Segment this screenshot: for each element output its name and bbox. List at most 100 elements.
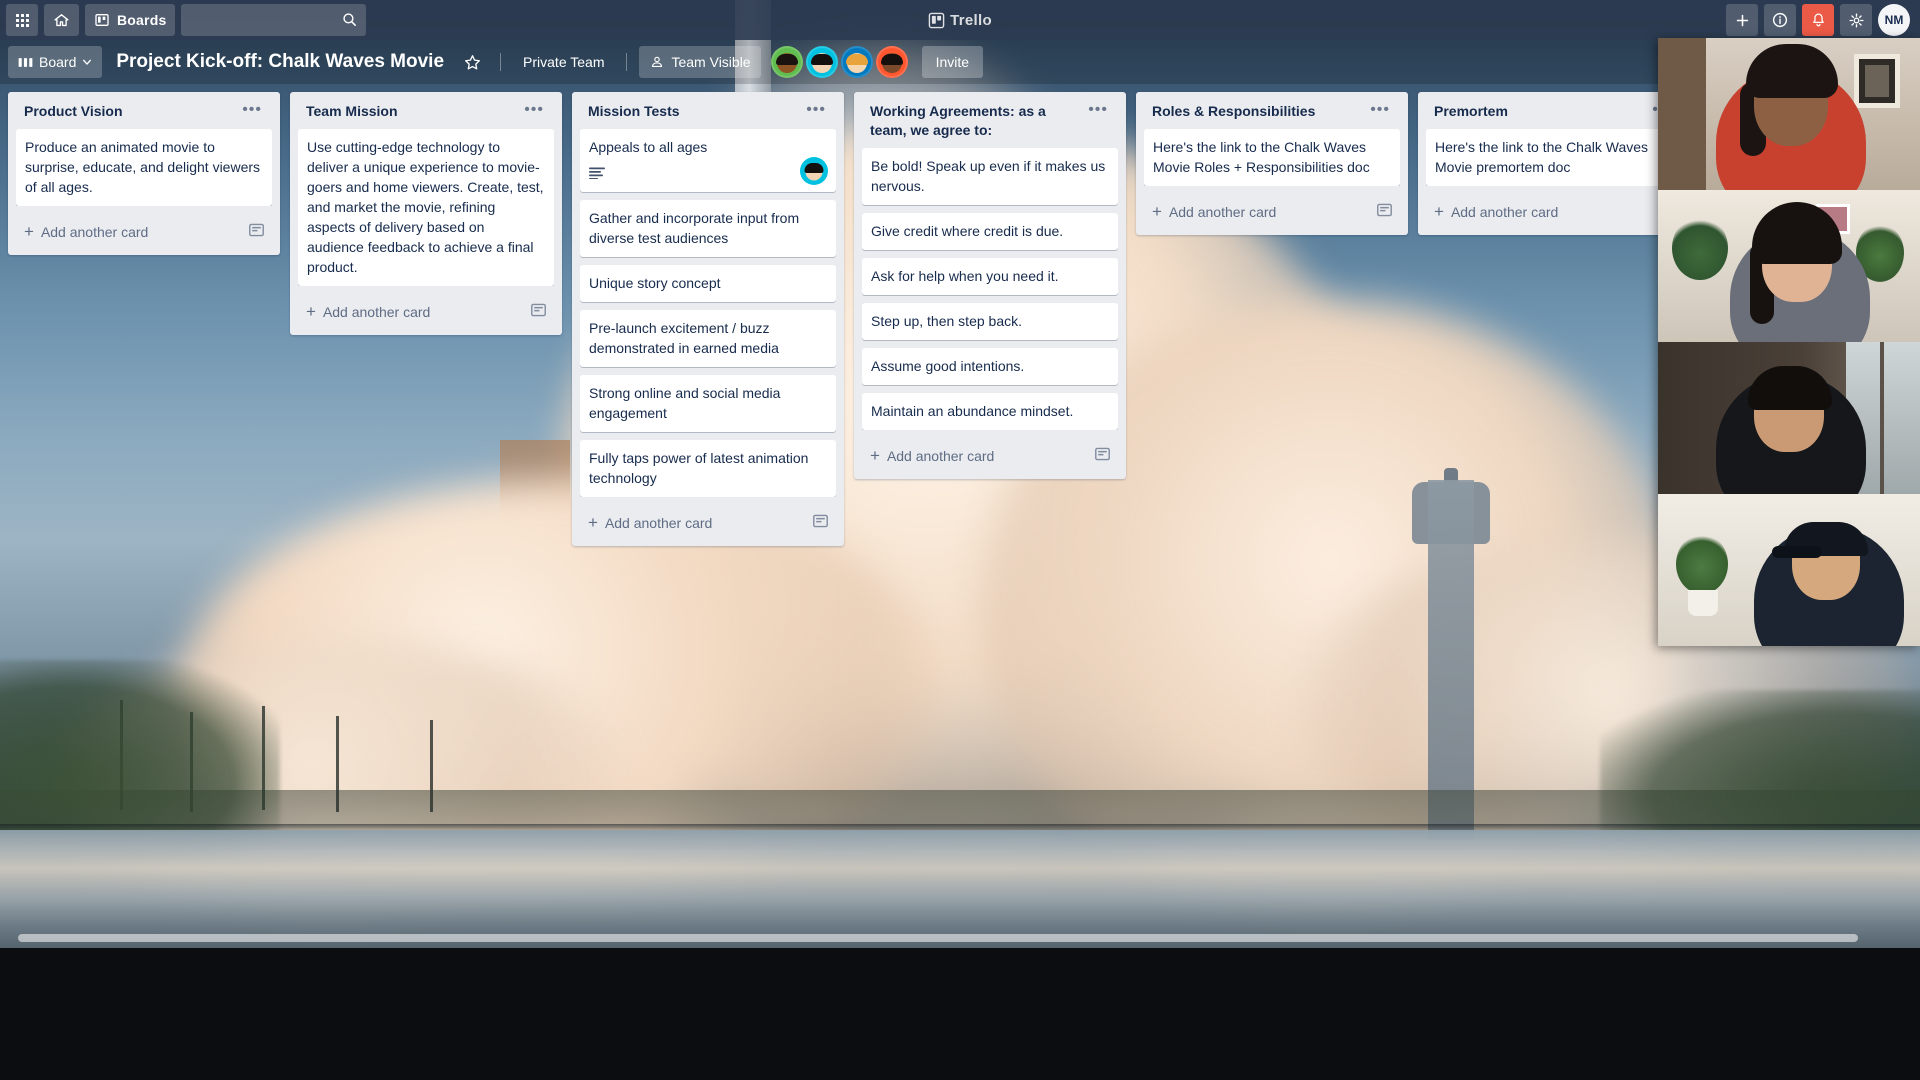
list-title[interactable]: Product Vision (24, 102, 123, 121)
card-title: Produce an animated movie to surprise, e… (25, 139, 261, 195)
board-card[interactable]: Strong online and social media engagemen… (580, 375, 836, 432)
participant-3-tile[interactable] (1658, 342, 1920, 494)
star-icon (464, 54, 480, 70)
add-button[interactable] (1726, 4, 1758, 36)
board-list: Mission Tests ••• Appeals to all ages Gathe… (572, 92, 844, 546)
board-card[interactable]: Maintain an abundance mindset. (862, 393, 1118, 430)
board-card[interactable]: Step up, then step back. (862, 303, 1118, 340)
invite-button[interactable]: Invite (921, 46, 984, 78)
card-title: Assume good intentions. (871, 358, 1025, 374)
home-button[interactable] (44, 4, 79, 36)
card-template-icon[interactable] (813, 514, 828, 531)
info-button[interactable] (1764, 4, 1796, 36)
board-member-avatar[interactable] (805, 46, 838, 78)
list-menu-icon[interactable]: ••• (1082, 102, 1114, 118)
list-title[interactable]: Premortem (1434, 102, 1508, 121)
board-member-avatar[interactable] (770, 46, 803, 78)
plus-icon: + (870, 445, 880, 465)
add-card-label: Add another card (604, 514, 713, 531)
list-title[interactable]: Working Agreements: as a team, we agree … (870, 102, 1076, 140)
card-template-icon[interactable] (1377, 203, 1392, 220)
list-menu-icon[interactable]: ••• (1364, 102, 1396, 118)
board-card[interactable]: Be bold! Speak up even if it makes us ne… (862, 148, 1118, 205)
search-input[interactable] (181, 4, 367, 36)
board-card[interactable]: Here's the link to the Chalk Waves Movie… (1426, 129, 1682, 186)
notifications-button[interactable] (1802, 4, 1834, 36)
card-title: Ask for help when you need it. (871, 268, 1059, 284)
list-title[interactable]: Mission Tests (588, 102, 680, 121)
header-divider (500, 53, 502, 71)
board-card[interactable]: Give credit where credit is due. (862, 213, 1118, 250)
add-another-card-button[interactable]: + Add another card (298, 294, 554, 327)
board-members (770, 46, 908, 78)
list-menu-icon[interactable]: ••• (518, 102, 550, 118)
board-card[interactable]: Here's the link to the Chalk Waves Movie… (1144, 129, 1400, 186)
list-menu-icon[interactable]: ••• (800, 102, 832, 118)
card-template-icon[interactable] (531, 303, 546, 320)
board-list: Working Agreements: as a team, we agree … (854, 92, 1126, 479)
board-member-avatar[interactable] (840, 46, 873, 78)
list-cards: Here's the link to the Chalk Waves Movie… (1426, 129, 1682, 186)
boards-button[interactable]: Boards (85, 4, 176, 36)
add-another-card-button[interactable]: + Add another card (1144, 194, 1400, 227)
header-divider-2 (626, 53, 628, 71)
board-icon (95, 14, 109, 26)
list-cards: Be bold! Speak up even if it makes us ne… (862, 148, 1118, 430)
list-cards: Produce an animated movie to surprise, e… (16, 129, 272, 206)
list-header: Product Vision ••• (16, 100, 272, 129)
description-icon (589, 167, 605, 179)
horizontal-scrollbar[interactable] (0, 930, 1920, 946)
card-title: Unique story concept (589, 275, 721, 291)
card-member-avatar[interactable] (800, 157, 828, 185)
board-card[interactable]: Use cutting-edge technology to deliver a… (298, 129, 554, 286)
card-badges (589, 163, 827, 183)
card-title: Strong online and social media engagemen… (589, 385, 781, 421)
page-title[interactable]: Project Kick-off: Chalk Waves Movie (106, 51, 452, 73)
star-board-button[interactable] (456, 46, 488, 78)
list-cards: Appeals to all ages Gather and incorporat… (580, 129, 836, 497)
add-another-card-button[interactable]: + Add another card (580, 505, 836, 538)
participant-2-tile[interactable] (1658, 190, 1920, 342)
card-template-icon[interactable] (249, 223, 264, 240)
add-another-card-button[interactable]: + Add another card (862, 438, 1118, 471)
board-card[interactable]: Ask for help when you need it. (862, 258, 1118, 295)
trello-logo-icon (928, 12, 945, 28)
plus-icon: + (1152, 201, 1162, 221)
scrollbar-thumb[interactable] (18, 934, 1858, 942)
board-member-avatar[interactable] (875, 46, 908, 78)
add-card-label: Add another card (40, 223, 149, 240)
board-card[interactable]: Assume good intentions. (862, 348, 1118, 385)
add-card-label: Add another card (886, 447, 995, 464)
board-card[interactable]: Appeals to all ages (580, 129, 836, 192)
apps-grid-button[interactable] (6, 4, 38, 36)
user-avatar[interactable]: NM (1878, 4, 1910, 36)
list-menu-icon[interactable]: ••• (236, 102, 268, 118)
add-another-card-button[interactable]: + Add another card (16, 214, 272, 247)
participant-4-tile[interactable] (1658, 494, 1920, 646)
team-name-button[interactable]: Private Team (513, 46, 614, 78)
board-card[interactable]: Fully taps power of latest animation tec… (580, 440, 836, 497)
card-title: Here's the link to the Chalk Waves Movie… (1435, 139, 1649, 175)
board-card[interactable]: Unique story concept (580, 265, 836, 302)
list-header: Premortem••• (1426, 100, 1682, 129)
settings-button[interactable] (1840, 4, 1872, 36)
plus-icon: + (1434, 201, 1444, 221)
trello-app-window: Boards Trello NM Board Project Kick-off:… (0, 0, 1920, 1080)
board-card[interactable]: Produce an animated movie to surprise, e… (16, 129, 272, 206)
list-title[interactable]: Team Mission (306, 102, 398, 121)
card-template-icon[interactable] (1095, 447, 1110, 464)
search-box[interactable] (181, 4, 367, 36)
gear-icon (1848, 12, 1864, 28)
add-another-card-button[interactable]: + Add another card (1426, 194, 1682, 227)
list-title[interactable]: Roles & Responsibilities (1152, 102, 1315, 121)
board-card[interactable]: Gather and incorporate input from divers… (580, 200, 836, 257)
board-card[interactable]: Pre-launch excitement / buzz demonstrate… (580, 310, 836, 367)
board-view-button[interactable]: Board (8, 46, 103, 78)
card-title: Pre-launch excitement / buzz demonstrate… (589, 320, 779, 356)
info-circle-icon (1772, 12, 1788, 28)
search-icon[interactable] (341, 11, 358, 28)
participant-1-tile[interactable] (1658, 38, 1920, 190)
list-header: Roles & Responsibilities ••• (1144, 100, 1400, 129)
card-title: Be bold! Speak up even if it makes us ne… (871, 158, 1106, 194)
visibility-button[interactable]: Team Visible (639, 46, 761, 78)
